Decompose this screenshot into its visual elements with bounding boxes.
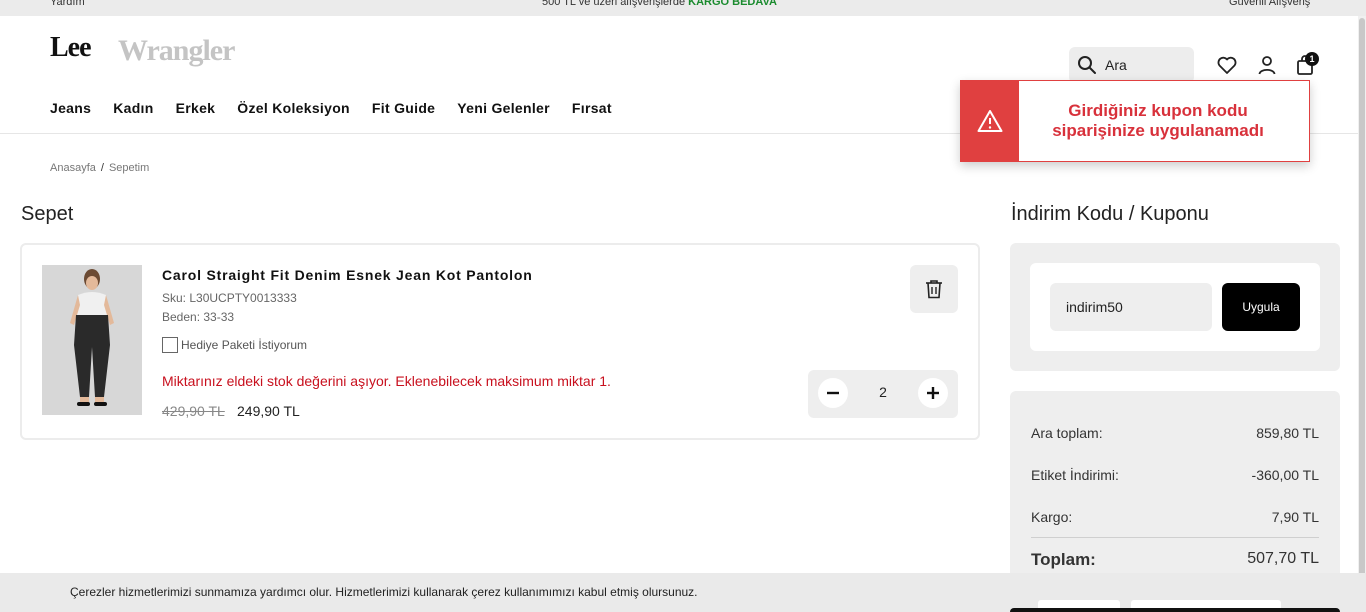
apply-coupon-button[interactable]: Uygula [1222,283,1300,331]
nav-item-jeans[interactable]: Jeans [50,100,91,116]
shipping-label: Kargo: [1031,509,1073,525]
search-input[interactable] [1105,56,1187,74]
user-icon[interactable] [1256,54,1278,76]
gift-wrap-checkbox[interactable] [162,337,178,353]
nav-item-yeni-gelenler[interactable]: Yeni Gelenler [457,100,550,116]
cart-count-badge: 1 [1305,52,1319,66]
nav-item-ozel-koleksiyon[interactable]: Özel Koleksiyon [237,100,350,116]
cookie-banner: Çerezler hizmetlerimizi sunmamıza yardım… [0,573,1366,612]
total-value: 507,70 TL [1247,550,1319,567]
shipping-promo: 500 TL ve üzeri alışverişlerde KARGO BED… [542,0,777,9]
plus-icon [927,387,939,399]
quantity-stepper: 2 [808,370,958,418]
coupon-error-toast: Girdiğiniz kupon kodu siparişinize uygul… [960,80,1310,162]
coupon-form: Uygula [1030,263,1320,351]
breadcrumb: Anasayfa / Sepetim [50,162,149,174]
nav-item-kadin[interactable]: Kadın [113,100,153,116]
shipping-promo-text: 500 TL ve üzeri alışverişlerde [542,0,689,8]
coupon-code-input[interactable] [1050,283,1212,331]
coupon-title: İndirim Kodu / Kuponu [1011,203,1209,225]
subtotal-value: 859,80 TL [1256,425,1319,441]
old-price: 429,90 TL [162,403,225,419]
top-announcement-bar: Yardım 500 TL ve üzeri alışverişlerde KA… [0,0,1366,16]
toast-message: Girdiğiniz kupon kodu siparişinize uygul… [1052,101,1264,140]
wrangler-logo[interactable]: Wrangler [118,34,235,68]
discount-row: Etiket İndirimi: -360,00 TL [1031,467,1319,483]
breadcrumb-current: Sepetim [108,162,150,174]
delete-item-button[interactable] [910,265,958,313]
secure-shopping-link[interactable]: Güvenli Alışveriş [1229,0,1310,9]
help-link[interactable]: Yardım [50,0,85,9]
minus-icon [827,391,839,395]
search-icon[interactable] [1077,55,1097,75]
lee-logo[interactable]: Lee [50,32,92,64]
cookie-text: Çerezler hizmetlerimizi sunmamıza yardım… [70,585,698,599]
increase-quantity-button[interactable] [918,378,948,408]
checkout-button[interactable] [1010,608,1340,612]
current-price: 249,90 TL [237,403,300,419]
subtotal-row: Ara toplam: 859,80 TL [1031,425,1319,441]
search-box[interactable] [1069,47,1194,83]
discount-label: Etiket İndirimi: [1031,467,1119,483]
product-image[interactable] [42,265,142,415]
decrease-quantity-button[interactable] [818,378,848,408]
heart-icon[interactable] [1216,54,1238,76]
stock-warning: Miktarınız eldeki stok değerini aşıyor. … [162,373,611,389]
nav-item-erkek[interactable]: Erkek [176,100,216,116]
breadcrumb-separator: / [100,162,104,174]
cart-title: Sepet [21,203,74,225]
discount-value: -360,00 TL [1251,467,1319,483]
scrollbar-thumb[interactable] [1359,18,1365,578]
nav-item-firsat[interactable]: Fırsat [572,100,612,116]
page-scrollbar[interactable] [1358,16,1366,578]
trash-icon [926,280,942,299]
gift-wrap-option[interactable]: Hediye Paketi İstiyorum [162,337,307,353]
coupon-panel: Uygula [1010,243,1340,371]
product-name[interactable]: Carol Straight Fit Denim Esnek Jean Kot … [162,267,533,283]
main-nav: Jeans Kadın Erkek Özel Koleksiyon Fit Gu… [50,100,612,116]
product-sku: Sku: L30UCPTY0013333 [162,291,297,305]
quantity-value: 2 [879,384,887,400]
toast-icon-panel [961,81,1019,161]
free-shipping-highlight: KARGO BEDAVA [688,0,777,8]
breadcrumb-home[interactable]: Anasayfa [50,162,96,174]
cart-item-card: Carol Straight Fit Denim Esnek Jean Kot … [20,243,980,440]
gift-wrap-label: Hediye Paketi İstiyorum [181,338,308,352]
total-row: Toplam: 507,70 TL [1031,550,1319,570]
shipping-row: Kargo: 7,90 TL [1031,509,1319,525]
total-label: Toplam: [1031,550,1096,569]
shipping-value: 7,90 TL [1271,509,1319,525]
nav-item-fit-guide[interactable]: Fit Guide [372,100,435,116]
summary-divider [1031,537,1319,538]
subtotal-label: Ara toplam: [1031,425,1103,441]
product-size: Beden: 33-33 [162,310,235,324]
warning-icon [977,110,1003,132]
